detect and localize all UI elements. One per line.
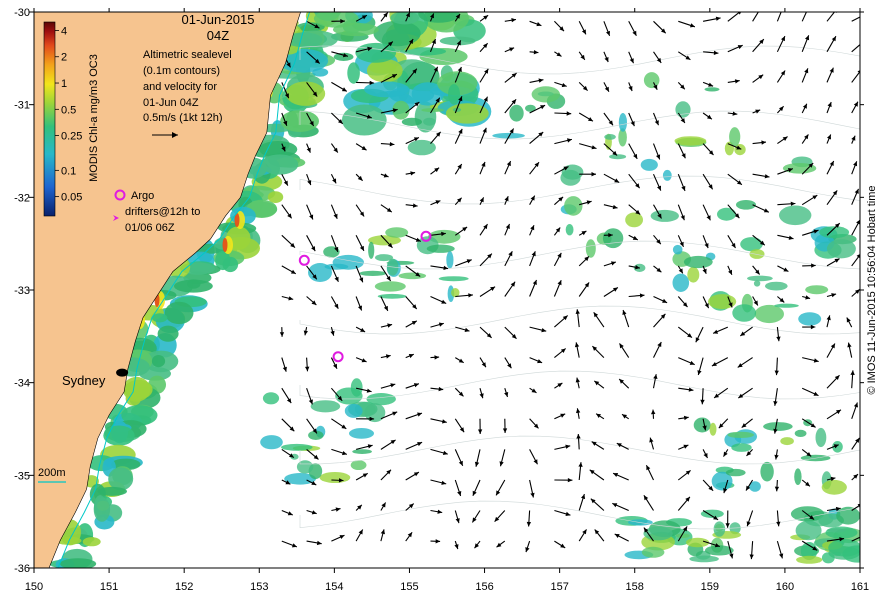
x-tick-label: 158 xyxy=(626,581,644,593)
colorbar-tick-label: 2 xyxy=(61,52,67,64)
x-tick-label: 157 xyxy=(550,581,568,593)
legend-line-1: Altimetric sealevel xyxy=(143,49,232,61)
drifter-legend-line-2: 01/06 06Z xyxy=(125,222,175,234)
y-tick-label: -30 xyxy=(14,7,30,19)
drifter-legend-line-1: drifters@12h to xyxy=(125,206,200,218)
y-tick-label: -31 xyxy=(14,100,30,112)
y-tick-label: -35 xyxy=(14,470,30,482)
colorbar-tick-label: 0.1 xyxy=(61,165,76,177)
x-tick-label: 155 xyxy=(400,581,418,593)
x-tick-label: 150 xyxy=(25,581,43,593)
colorbar-label: MODIS Chl-a mg/m3 OC3 xyxy=(88,54,100,182)
title-hour: 04Z xyxy=(207,28,229,43)
title-date: 01-Jun-2015 xyxy=(182,12,255,27)
y-tick-label: -36 xyxy=(14,563,30,575)
sydney-marker xyxy=(116,369,128,377)
isobath-legend-label: 200m xyxy=(38,467,66,479)
legend-line-2: (0.1m contours) xyxy=(143,65,220,77)
x-tick-label: 159 xyxy=(701,581,719,593)
legend-line-4: 01-Jun 04Z xyxy=(143,97,199,109)
y-tick-label: -33 xyxy=(14,285,30,297)
legend-line-3: and velocity for xyxy=(143,81,217,93)
x-tick-label: 153 xyxy=(250,581,268,593)
y-tick-label: -34 xyxy=(14,378,30,390)
sydney-label: Sydney xyxy=(62,373,106,388)
satellite-chlorophyll-map: 150 151 152 153 154 155 156 157 158 159 160 161 -30 -… xyxy=(0,0,880,600)
x-tick-label: 156 xyxy=(475,581,493,593)
colorbar-tick-label: 0.05 xyxy=(61,192,82,204)
colorbar-tick-label: 4 xyxy=(61,25,67,37)
colorbar-tick-label: 1 xyxy=(61,78,67,90)
colorbar-tick-label: 0.5 xyxy=(61,104,76,116)
x-tick-label: 151 xyxy=(100,581,118,593)
x-tick-label: 161 xyxy=(851,581,869,593)
x-tick-label: 154 xyxy=(325,581,343,593)
argo-legend-label: Argo xyxy=(131,190,154,202)
colorbar-gradient xyxy=(44,22,55,216)
y-tick-label: -32 xyxy=(14,192,30,204)
colorbar-tick-label: 0.25 xyxy=(61,131,82,143)
x-tick-label: 152 xyxy=(175,581,193,593)
x-tick-label: 160 xyxy=(776,581,794,593)
legend-line-5: 0.5m/s (1kt 12h) xyxy=(143,112,222,124)
